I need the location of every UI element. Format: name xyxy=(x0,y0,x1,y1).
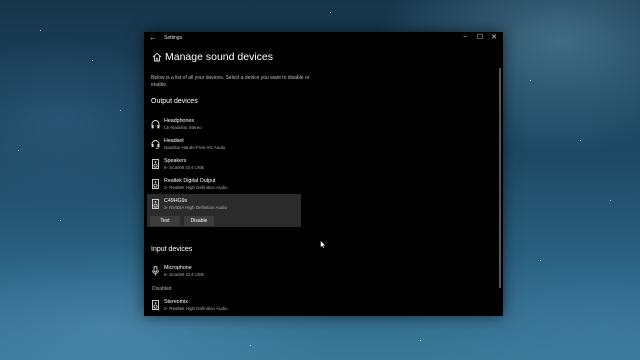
device-name: Microphone xyxy=(164,265,192,271)
device-name: Headset xyxy=(164,138,184,144)
device-subtitle: 6- Scarlett Gr4 USB xyxy=(164,165,204,170)
device-subtitle: 2- Realtek High Definition Audio xyxy=(164,306,228,311)
disable-button[interactable]: Disable xyxy=(184,216,214,226)
speaker-icon xyxy=(152,159,159,169)
scrollbar[interactable] xyxy=(499,68,501,288)
headphones-icon xyxy=(151,120,160,129)
device-name: C49HG9x xyxy=(164,198,188,204)
device-subtitle: LE-Nautilus Stereo xyxy=(164,125,202,130)
microphone-icon xyxy=(152,266,159,276)
device-subtitle: 3- NVIDIA High Definition Audio xyxy=(164,205,228,210)
device-subtitle: Nautilus Hands-Free AG Audio xyxy=(164,145,226,150)
home-icon[interactable] xyxy=(152,52,162,62)
disabled-device-stereomix[interactable]: Stereomix 2- Realtek High Definition Aud… xyxy=(150,297,300,316)
device-subtitle: 2- Realtek High Definition Audio xyxy=(164,185,228,190)
mouse-pointer-icon xyxy=(320,240,326,249)
minimize-button[interactable]: − xyxy=(458,33,472,43)
input-device-microphone[interactable]: Microphone 6- Scarlett Gr4 USB xyxy=(150,263,300,283)
device-name: Realtek Digital Output xyxy=(164,178,216,184)
back-arrow-icon[interactable]: ← xyxy=(148,33,158,43)
test-button[interactable]: Test xyxy=(150,216,180,226)
maximize-button[interactable]: ☐ xyxy=(473,33,487,43)
disabled-label: Disabled xyxy=(152,286,172,292)
output-device-headphones[interactable]: Headphones LE-Nautilus Stereo xyxy=(150,116,300,136)
settings-window: ← Settings − ☐ ✕ Manage sound devices Be… xyxy=(144,32,503,316)
page-title: Manage sound devices xyxy=(165,51,273,63)
device-name: Stereomix xyxy=(164,299,188,305)
headset-icon xyxy=(151,140,160,149)
input-devices-heading: Input devices xyxy=(151,246,193,253)
output-device-headset[interactable]: Headset Nautilus Hands-Free AG Audio xyxy=(150,136,300,156)
title-bar: ← Settings − ☐ ✕ xyxy=(144,32,503,44)
output-devices-heading: Output devices xyxy=(151,98,198,105)
speaker-icon xyxy=(152,300,159,310)
device-subtitle: 6- Scarlett Gr4 USB xyxy=(164,272,204,277)
speaker-icon xyxy=(152,199,159,209)
app-title: Settings xyxy=(164,35,183,41)
page-description: Below is a list of all your devices. Sel… xyxy=(151,75,310,88)
device-name: Headphones xyxy=(164,118,195,124)
speaker-icon xyxy=(152,179,159,189)
device-name: Speakers xyxy=(164,158,187,164)
output-device-realtek-digital[interactable]: Realtek Digital Output 2- Realtek High D… xyxy=(150,176,300,196)
output-device-c49hg9x[interactable]: C49HG9x 3- NVIDIA High Definition Audio xyxy=(150,196,300,216)
close-button[interactable]: ✕ xyxy=(487,33,501,43)
output-device-speakers[interactable]: Speakers 6- Scarlett Gr4 USB xyxy=(150,156,300,176)
